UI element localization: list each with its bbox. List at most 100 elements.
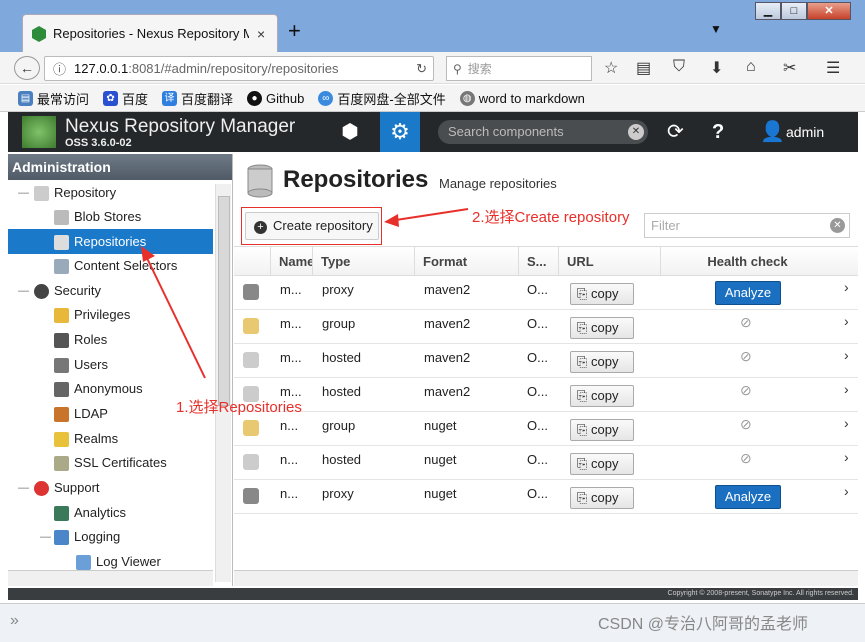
back-arrow-icon[interactable]: ←	[14, 56, 40, 80]
analyze-button[interactable]: Analyze	[715, 281, 781, 305]
menu-hamburger-icon[interactable]: ☰	[826, 58, 840, 78]
collapse-toggle-icon[interactable]: —	[18, 279, 29, 303]
browse-cube-icon[interactable]: ⬢	[330, 112, 370, 152]
bookmark-star-icon[interactable]: ☆	[604, 58, 618, 78]
column-format[interactable]: Format	[414, 247, 518, 276]
sidebar-item-ldap[interactable]: LDAP	[54, 402, 108, 426]
copy-url-button[interactable]: ⎘ copy	[570, 317, 634, 339]
proxy-icon	[243, 488, 259, 504]
bookmark-item[interactable]: ● Github	[247, 90, 304, 106]
refresh-icon[interactable]: ⟳	[667, 112, 684, 152]
database-icon	[247, 164, 273, 198]
column-health-check[interactable]: Health check	[660, 247, 834, 276]
pocket-icon[interactable]: ⛉	[673, 58, 685, 76]
browser-tab[interactable]: Repositories - Nexus Repository M ×	[22, 14, 278, 52]
search-components-input[interactable]: Search components ✕	[438, 120, 648, 144]
bookmarks-bar: ▤ 最常访问 ✿ 百度 译百度翻译 ● Github ∞ 百度网盘-全部文件 ◍ word…	[0, 85, 865, 112]
copy-url-button[interactable]: ⎘ copy	[570, 385, 634, 407]
app-title: Nexus Repository Manager	[65, 116, 296, 137]
sidebar-item-repositories[interactable]: Repositories	[54, 230, 146, 254]
double-chevron-icon[interactable]: »	[10, 612, 19, 630]
maximize-icon[interactable]: □	[781, 2, 807, 20]
bookmark-item[interactable]: ∞ 百度网盘-全部文件	[318, 89, 446, 108]
tab-close-icon[interactable]: ×	[257, 26, 265, 42]
sidebar-item-realms[interactable]: Realms	[54, 427, 118, 451]
filter-input[interactable]: Filter ✕	[644, 213, 850, 238]
table-row[interactable]: n... proxy nuget O... ⎘ copy Analyze ›	[234, 480, 858, 514]
sidebar-item-anonymous[interactable]: Anonymous	[54, 377, 143, 401]
download-icon[interactable]: ⬇	[710, 58, 723, 78]
table-row[interactable]: m... hosted maven2 O... ⎘ copy ⊘ ›	[234, 344, 858, 378]
copy-url-button[interactable]: ⎘ copy	[570, 351, 634, 373]
reload-icon[interactable]: ↻	[416, 61, 427, 77]
scrollbar-thumb[interactable]	[218, 196, 230, 406]
sidebar-item-analytics[interactable]: Analytics	[54, 501, 126, 525]
home-icon[interactable]: ⌂	[746, 58, 756, 76]
document-icon	[76, 554, 91, 570]
collapse-toggle-icon[interactable]: —	[18, 181, 29, 205]
table-row[interactable]: n... hosted nuget O... ⎘ copy ⊘ ›	[234, 446, 858, 480]
column-type[interactable]: Type	[312, 247, 414, 276]
sidebar-item-support[interactable]: — Support	[12, 476, 100, 500]
sidebar-item-logging[interactable]: — Logging	[34, 525, 120, 549]
copy-url-button[interactable]: ⎘ copy	[570, 419, 634, 441]
sidebar-scrollbar[interactable]	[215, 184, 231, 582]
browser-search-input[interactable]: ⚲ 搜索	[446, 56, 592, 81]
bookmark-item[interactable]: ◍ word to markdown	[459, 90, 585, 106]
collapse-toggle-icon[interactable]: —	[40, 525, 51, 549]
row-chevron-icon[interactable]: ›	[844, 449, 849, 465]
sidebar-item-security[interactable]: — Security	[12, 279, 101, 303]
row-chevron-icon[interactable]: ›	[844, 381, 849, 397]
table-row[interactable]: n... group nuget O... ⎘ copy ⊘ ›	[234, 412, 858, 446]
app-header: Nexus Repository Manager OSS 3.6.0-02 ⬢ …	[8, 112, 858, 152]
group-folder-icon	[243, 420, 259, 436]
sidebar-item-users[interactable]: Users	[54, 353, 108, 377]
row-chevron-icon[interactable]: ›	[844, 347, 849, 363]
clear-filter-icon[interactable]: ✕	[830, 218, 845, 233]
tab-title: Repositories - Nexus Repository M	[53, 26, 249, 41]
new-tab-button[interactable]: +	[288, 18, 301, 44]
bookmark-item[interactable]: 译百度翻译	[162, 89, 233, 108]
analyze-button[interactable]: Analyze	[715, 485, 781, 509]
address-bar[interactable]: ⓘ 127.0.0.1:8081/#admin/repository/repos…	[44, 56, 434, 81]
admin-gear-icon[interactable]: ⚙	[380, 112, 420, 152]
row-chevron-icon[interactable]: ›	[844, 483, 849, 499]
table-row[interactable]: m... hosted maven2 O... ⎘ copy ⊘ ›	[234, 378, 858, 412]
sidebar-item-ssl-certificates[interactable]: SSL Certificates	[54, 451, 167, 475]
clear-search-icon[interactable]: ✕	[628, 124, 644, 140]
user-name[interactable]: admin	[786, 112, 824, 152]
column-name[interactable]: Name	[270, 247, 312, 276]
column-status[interactable]: S...	[518, 247, 558, 276]
sidebar-item-content-selectors[interactable]: Content Selectors	[54, 254, 177, 278]
screenshot-icon[interactable]: ✂	[783, 58, 796, 78]
row-chevron-icon[interactable]: ›	[844, 313, 849, 329]
bookmark-item[interactable]: ▤ 最常访问	[18, 89, 89, 108]
copy-url-button[interactable]: ⎘ copy	[570, 453, 634, 475]
reading-list-icon[interactable]: ▤	[636, 58, 651, 78]
row-chevron-icon[interactable]: ›	[844, 279, 849, 295]
annotation-highlight-box	[241, 207, 382, 245]
sidebar-item-roles[interactable]: Roles	[54, 328, 107, 352]
database-icon	[54, 234, 69, 250]
row-chevron-icon[interactable]: ›	[844, 415, 849, 431]
table-horizontal-scrollbar[interactable]	[234, 570, 858, 586]
copy-url-button[interactable]: ⎘ copy	[570, 487, 634, 509]
sidebar-horizontal-scrollbar[interactable]	[8, 570, 213, 586]
copy-url-button[interactable]: ⎘ copy	[570, 283, 634, 305]
sidebar-item-privileges[interactable]: Privileges	[54, 303, 130, 327]
collapse-toggle-icon[interactable]: —	[18, 476, 29, 500]
minimize-icon[interactable]: ▁	[755, 2, 781, 20]
info-icon[interactable]: ⓘ	[53, 59, 66, 78]
tab-list-chevron-icon[interactable]: ▼	[710, 22, 722, 36]
user-icon[interactable]: 👤	[760, 112, 785, 152]
sidebar-item-repository[interactable]: — Repository	[12, 181, 116, 205]
group-folder-icon	[243, 318, 259, 334]
table-row[interactable]: m... group maven2 O... ⎘ copy ⊘ ›	[234, 310, 858, 344]
window-close-icon[interactable]: ✕	[807, 2, 851, 20]
baidu-pan-icon: ∞	[318, 90, 334, 106]
bookmark-item[interactable]: ✿ 百度	[103, 89, 148, 108]
table-row[interactable]: m... proxy maven2 O... ⎘ copy Analyze ›	[234, 276, 858, 310]
sidebar-item-blob-stores[interactable]: Blob Stores	[54, 205, 141, 229]
column-url[interactable]: URL	[558, 247, 660, 276]
help-icon[interactable]: ?	[712, 112, 724, 152]
